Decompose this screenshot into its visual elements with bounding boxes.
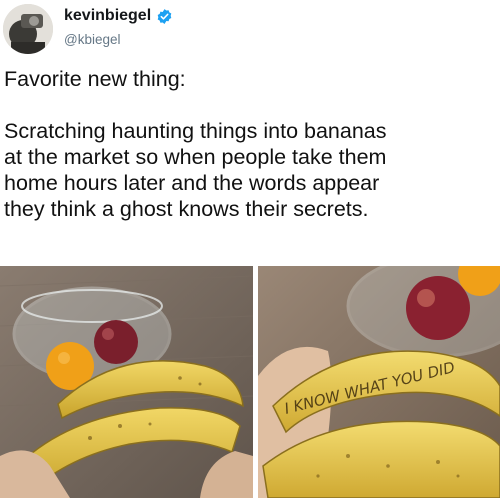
author-handle[interactable]: @kbiegel — [64, 32, 121, 47]
avatar-image — [3, 4, 53, 54]
photo-bananas-bowl[interactable] — [0, 266, 253, 498]
tweet-text-line: Favorite new thing: — [4, 67, 186, 91]
tweet-text-line: they think a ghost knows their secrets. — [4, 197, 369, 221]
tweet-text-line: at the market so when people take them — [4, 145, 387, 169]
avatar[interactable] — [3, 4, 53, 54]
tweet-header: kevinbiegel @kbiegel — [0, 0, 500, 58]
verified-badge-icon — [156, 8, 173, 25]
tweet-text-line: home hours later and the words appear — [4, 171, 380, 195]
tweet-body: Favorite new thing: Scratching haunting … — [4, 66, 498, 222]
author-display-name[interactable]: kevinbiegel — [64, 7, 151, 25]
tweet-text-gap — [4, 92, 498, 118]
tweet-media: I KNOW WHAT YOU DID — [0, 266, 500, 498]
tweet-screenshot: kevinbiegel @kbiegel Favorite new thing:… — [0, 0, 500, 498]
author-name-row: kevinbiegel — [64, 7, 173, 25]
tweet-text-line: Scratching haunting things into bananas — [4, 119, 387, 143]
photo-banana-words[interactable]: I KNOW WHAT YOU DID — [258, 266, 500, 498]
